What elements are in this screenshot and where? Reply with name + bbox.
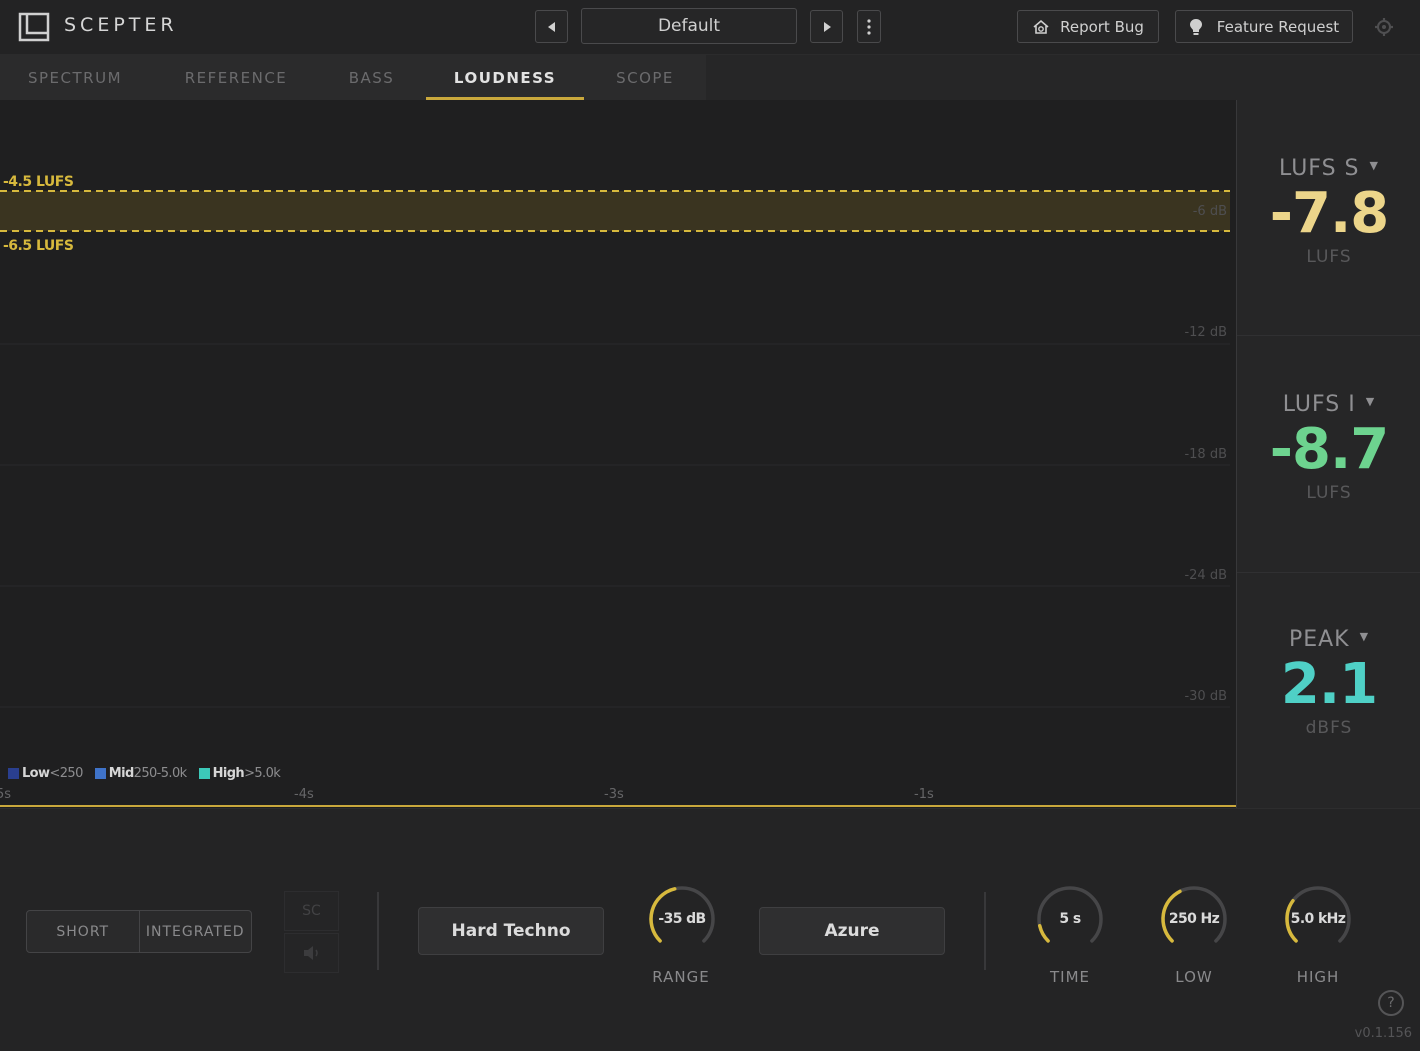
meter-lufs-integrated-label: LUFS I (1282, 392, 1356, 417)
high-crossover-knob[interactable]: 5.0 kHz (1282, 883, 1354, 955)
range-knob[interactable]: -35 dB (646, 883, 718, 955)
time-label-3s: -3s (604, 787, 624, 802)
next-preset-button[interactable] (810, 10, 843, 43)
low-crossover-knob[interactable]: 250 Hz (1158, 883, 1230, 955)
meter-lufs-short-label: LUFS S (1279, 156, 1360, 181)
time-knob-label: TIME (1049, 968, 1090, 986)
tab-bar-filler (706, 55, 1420, 100)
lightbulb-icon (1189, 18, 1202, 35)
loudness-history-graph[interactable]: -4.5 LUFS -6.5 LUFS -6 dB -12 dB -18 dB … (0, 100, 1236, 808)
target-lower-label: -6.5 LUFS (3, 238, 74, 254)
meter-peak: PEAK ▼ 2.1 dBFS (1237, 627, 1420, 738)
meters-panel: LUFS S ▼ -7.8 LUFS LUFS I ▼ -8.7 LUFS PEAK… (1236, 100, 1420, 808)
legend-high-range: >5.0k (244, 766, 281, 781)
db-label-12: -12 dB (1184, 325, 1227, 340)
mode-integrated-button[interactable]: INTEGRATED (138, 911, 252, 952)
high-knob-value: 5.0 kHz (1290, 911, 1346, 927)
report-bug-label: Report Bug (1060, 17, 1144, 36)
meter-peak-selector[interactable]: PEAK ▼ (1237, 627, 1420, 652)
tab-bass[interactable]: BASS (318, 55, 425, 100)
meter-lufs-integrated: LUFS I ▼ -8.7 LUFS (1237, 392, 1420, 503)
tab-reference[interactable]: REFERENCE (162, 55, 310, 100)
db-label-30: -30 dB (1184, 689, 1227, 704)
time-label-1s: -1s (914, 787, 934, 802)
db-label-24: -24 dB (1184, 568, 1227, 583)
legend-mid-name: Mid (108, 766, 135, 781)
legend-mid-swatch (94, 768, 106, 779)
meter-divider (1237, 335, 1420, 336)
legend-high: High >5.0k (198, 766, 281, 781)
controls-divider (377, 892, 379, 970)
brand-name: SCEPTER (64, 14, 178, 36)
target-range-band (0, 191, 1230, 231)
meter-lufs-short: LUFS S ▼ -7.8 LUFS (1237, 156, 1420, 267)
preset-menu-button[interactable] (857, 10, 881, 43)
legend-low: Low <250 (8, 766, 83, 781)
high-knob-label: HIGH (1296, 968, 1340, 986)
settings-gear-icon[interactable] (1372, 15, 1396, 39)
genre-preset-button[interactable]: Hard Techno (418, 907, 604, 955)
triangle-right-icon (823, 21, 831, 32)
graph-canvas (0, 190, 1236, 807)
feature-request-button[interactable]: Feature Request (1175, 10, 1353, 43)
meter-peak-unit: dBFS (1305, 718, 1353, 738)
measurement-mode-toggle: SHORT INTEGRATED (26, 910, 252, 953)
listen-button[interactable] (284, 933, 339, 973)
more-vertical-icon (867, 18, 871, 35)
legend-mid-range: 250-5.0k (133, 766, 188, 781)
meter-divider (1237, 572, 1420, 573)
meter-lufs-short-unit: LUFS (1306, 247, 1352, 267)
tab-loudness[interactable]: LOUDNESS (426, 55, 584, 100)
speaker-icon (303, 946, 318, 960)
tab-scope[interactable]: SCOPE (592, 55, 698, 100)
meter-lufs-short-value: -7.8 (1269, 181, 1389, 246)
version-label: v0.1.156 (1354, 1026, 1412, 1041)
sidechain-button[interactable]: SC (284, 891, 339, 931)
band-legend: Low <250 Mid 250-5.0k High >5.0k (8, 766, 288, 781)
preset-name-field[interactable]: Default (581, 8, 797, 44)
mode-short-button[interactable]: SHORT (27, 911, 139, 952)
time-label-5s: 5s (0, 787, 12, 802)
time-label-4s: -4s (294, 787, 314, 802)
db-label-18: -18 dB (1184, 447, 1227, 462)
low-knob-value: 250 Hz (1168, 911, 1220, 927)
legend-low-name: Low (22, 766, 50, 781)
tab-spectrum[interactable]: SPECTRUM (0, 55, 150, 100)
dropdown-caret-icon: ▼ (1365, 395, 1376, 408)
low-knob-label: LOW (1175, 968, 1213, 986)
db-label-6: -6 dB (1192, 204, 1227, 219)
triangle-left-icon (547, 21, 555, 32)
legend-low-range: <250 (49, 766, 83, 781)
tab-bar: SPECTRUM REFERENCE BASS LOUDNESS SCOPE (0, 55, 706, 100)
legend-high-name: High (212, 766, 245, 781)
legend-low-swatch (8, 768, 19, 779)
meter-lufs-short-selector[interactable]: LUFS S ▼ (1237, 156, 1420, 181)
dropdown-caret-icon: ▼ (1369, 159, 1379, 172)
scepter-logo-icon (18, 12, 50, 42)
meter-lufs-integrated-value: -8.7 (1269, 417, 1389, 482)
controls-divider (984, 892, 986, 970)
meter-peak-label: PEAK (1288, 627, 1350, 652)
range-knob-value: -35 dB (658, 911, 706, 927)
header-bar: SCEPTER Default Report Bug Feature Reque… (0, 0, 1420, 55)
theme-preset-button[interactable]: Azure (759, 907, 945, 955)
meter-lufs-integrated-unit: LUFS (1306, 483, 1352, 503)
bug-icon (1033, 19, 1049, 34)
legend-mid: Mid 250-5.0k (94, 766, 188, 781)
time-knob-value: 5 s (1059, 911, 1081, 927)
range-knob-label: RANGE (652, 968, 710, 986)
dropdown-caret-icon: ▼ (1359, 630, 1370, 643)
meter-peak-value: 2.1 (1280, 652, 1378, 717)
sidechain-group: SC (284, 891, 339, 973)
help-button[interactable]: ? (1378, 990, 1404, 1016)
feature-request-label: Feature Request (1216, 17, 1340, 36)
target-upper-label: -4.5 LUFS (3, 174, 74, 190)
meter-lufs-integrated-selector[interactable]: LUFS I ▼ (1237, 392, 1420, 417)
previous-preset-button[interactable] (535, 10, 568, 43)
time-knob[interactable]: 5 s (1034, 883, 1106, 955)
report-bug-button[interactable]: Report Bug (1017, 10, 1159, 43)
legend-high-swatch (198, 768, 210, 779)
